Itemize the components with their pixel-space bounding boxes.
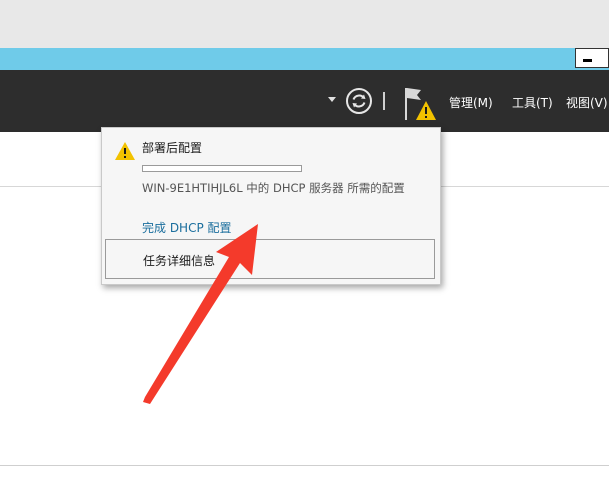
refresh-icon[interactable] <box>345 87 373 115</box>
notification-description: WIN-9E1HTIHJL6L 中的 DHCP 服务器 所需的配置 <box>142 181 405 195</box>
task-details-button[interactable]: 任务详细信息 <box>105 239 435 279</box>
window-top-area <box>0 0 609 48</box>
complete-dhcp-configuration-link[interactable]: 完成 DHCP 配置 <box>142 219 232 236</box>
minimize-button[interactable] <box>575 48 609 68</box>
dropdown-caret-icon[interactable] <box>328 97 336 102</box>
progress-bar <box>142 165 302 172</box>
menu-view[interactable]: 视图(V) <box>566 94 608 111</box>
title-bar <box>0 48 609 70</box>
toolbar-separator <box>383 92 385 110</box>
notification-title: 部署后配置 <box>142 141 203 155</box>
task-details-label: 任务详细信息 <box>143 254 216 268</box>
warning-icon <box>115 142 135 160</box>
menu-tools[interactable]: 工具(T) <box>512 94 553 111</box>
menu-manage[interactable]: 管理(M) <box>449 94 493 111</box>
bottom-divider <box>0 465 609 466</box>
flag-warning-icon[interactable] <box>402 86 438 124</box>
notification-popup: 部署后配置 WIN-9E1HTIHJL6L 中的 DHCP 服务器 所需的配置 … <box>101 127 441 285</box>
